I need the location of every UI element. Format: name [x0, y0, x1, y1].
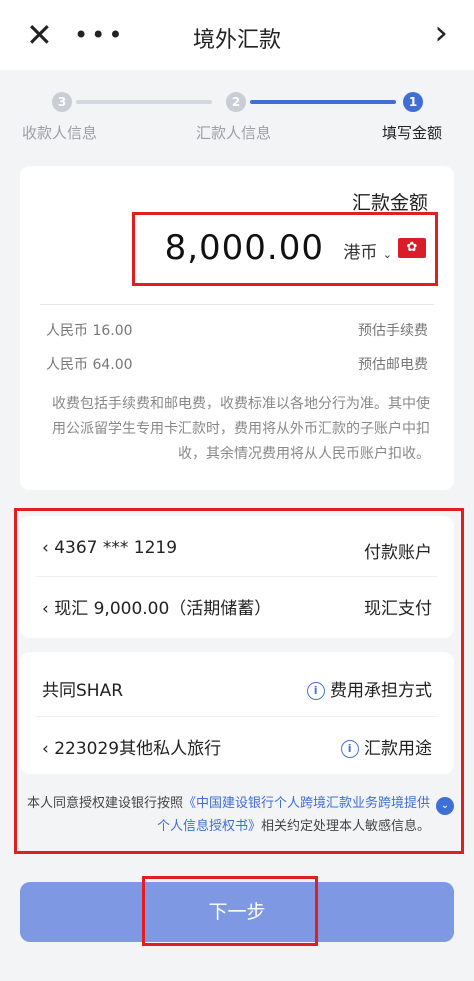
divider [40, 304, 434, 305]
page-title: 境外汇款 [192, 28, 281, 53]
fee-note: 收费包括手续费和邮电费，收费标准以各地分行为准。其中使用公派留学生专用卡汇款时，… [52, 396, 430, 462]
fee-value: 人民币 16.00 [46, 323, 133, 339]
postage-row: 预估邮电费 人民币 64.00 [40, 352, 434, 376]
stepper: 3 2 1 收款人信息 汇款人信息 填写金额 [0, 70, 474, 160]
postage-value: 人民币 64.00 [46, 357, 133, 373]
fee-label: 预估手续费 [358, 323, 428, 339]
step-3-label: 收款人信息 [22, 124, 98, 142]
postage-label: 预估邮电费 [358, 357, 428, 373]
step-line-2 [250, 100, 396, 104]
top-bar: ✕ ••• 境外汇款 › [0, 0, 474, 70]
step-1-label: 填写金额 [382, 124, 443, 142]
amount-title: 汇款金额 [351, 192, 428, 214]
step-3-dot: 3 [52, 92, 72, 112]
highlight-box-amount [132, 212, 438, 286]
step-line-3 [76, 100, 212, 104]
step-2-dot: 2 [226, 92, 246, 112]
step-2-label: 汇款人信息 [196, 124, 272, 142]
chevron-left-icon[interactable]: › [434, 14, 448, 52]
highlight-box-payment [14, 508, 464, 854]
fee-row: 预估手续费 人民币 16.00 [40, 318, 434, 342]
step-1-dot: 1 [403, 92, 423, 112]
highlight-box-next [142, 876, 318, 946]
